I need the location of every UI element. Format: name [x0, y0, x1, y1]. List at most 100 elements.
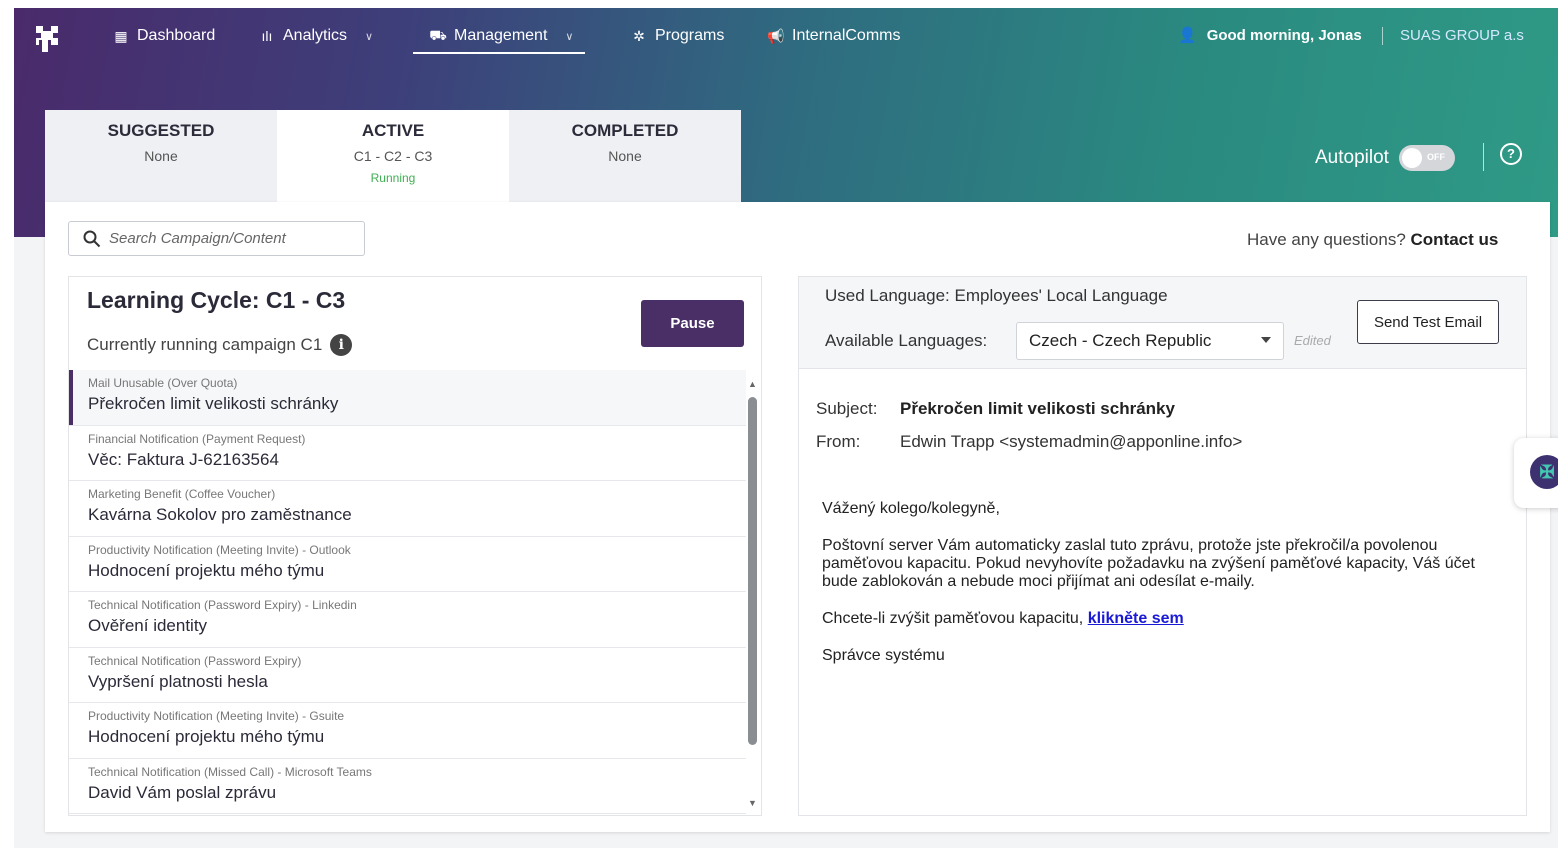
autopilot-control: Autopilot OFF — [1315, 145, 1455, 171]
info-icon[interactable]: i — [330, 334, 353, 356]
used-language: Used Language: Employees' Local Language — [825, 286, 1168, 305]
campaign-name: Hodnocení projektu mého týmu — [88, 560, 325, 580]
email-from-row: From: Edwin Trapp <systemadmin@apponline… — [816, 432, 1242, 452]
email-cta-text: Chcete-li zvýšit paměťovou kapacitu, — [822, 610, 1084, 627]
autopilot-divider — [1483, 143, 1484, 171]
tab-title: SUGGESTED — [107, 121, 215, 140]
nav-internalcomms-label: InternalComms — [792, 27, 901, 44]
search-icon — [83, 230, 101, 247]
nav-dashboard-label: Dashboard — [137, 27, 216, 44]
subject-key: Subject: — [816, 399, 878, 418]
help-icon[interactable]: ? — [1500, 143, 1522, 165]
campaign-category: Technical Notification (Missed Call) - M… — [88, 764, 372, 779]
user-icon: 👤 — [1178, 27, 1197, 44]
email-signature: Správce systému — [822, 647, 945, 664]
email-subject-row: Subject: Překročen limit velikosti schrá… — [816, 399, 1175, 419]
list-item[interactable]: Technical Notification (Password Expiry)… — [69, 592, 746, 648]
campaign-name: David Vám poslal zprávu — [88, 782, 277, 802]
tab-title: ACTIVE — [361, 121, 425, 140]
chevron-down-icon: ∨ — [565, 30, 574, 43]
scrollbar-thumb[interactable] — [748, 397, 757, 745]
nav-divider — [1382, 27, 1383, 45]
tab-title: COMPLETED — [571, 121, 679, 140]
campaign-category: Productivity Notification (Meeting Invit… — [88, 542, 351, 557]
campaign-category: Financial Notification (Payment Request) — [88, 431, 306, 446]
email-cta-link[interactable]: klikněte sem — [1088, 610, 1184, 627]
nav-dashboard[interactable]: ▦ Dashboard — [113, 26, 215, 46]
megaphone-icon: 📢 — [767, 27, 785, 44]
tab-active[interactable]: ACTIVE C1 - C2 - C3 Running — [277, 110, 509, 203]
list-item[interactable]: Productivity Notification (Meeting Invit… — [69, 703, 746, 759]
list-item[interactable]: Financial Notification (Payment Request)… — [69, 426, 746, 481]
floating-assistant-button[interactable]: ✠ — [1514, 438, 1558, 508]
tab-completed[interactable]: COMPLETED None — [509, 110, 741, 203]
user-greeting[interactable]: 👤 Good morning, Jonas — [1178, 26, 1362, 45]
available-languages-label: Available Languages: — [825, 331, 988, 350]
learning-cycle-title: Learning Cycle: C1 - C3 — [87, 287, 346, 313]
campaign-list: Mail Unusable (Over Quota) Překročen lim… — [69, 370, 746, 815]
nav-analytics[interactable]: ılı Analytics ∨ — [259, 26, 374, 46]
send-test-email-button[interactable]: Send Test Email — [1357, 300, 1499, 344]
email-paragraph: Poštovní server Vám automaticky zaslal t… — [822, 537, 1475, 590]
scroll-down-icon[interactable]: ▼ — [748, 798, 757, 808]
greeting-text: Good morning, Jonas — [1206, 26, 1362, 44]
dropdown-caret-icon — [1261, 337, 1271, 343]
list-item[interactable]: Technical Notification (Password Expiry)… — [69, 648, 746, 703]
bar-chart-icon: ılı — [261, 28, 273, 44]
dashboard-icon: ▦ — [114, 27, 128, 44]
email-cta: Chcete-li zvýšit paměťovou kapacitu, kli… — [822, 610, 1512, 628]
list-item[interactable]: Technical Notification (Missed Call) - M… — [69, 759, 746, 814]
tab-status: Running — [370, 171, 416, 185]
campaign-category: Marketing Benefit (Coffee Voucher) — [88, 487, 276, 501]
current-campaign-text: Currently running campaign C1 — [87, 335, 323, 354]
campaign-category: Productivity Notification (Meeting Invit… — [88, 709, 345, 723]
campaign-name: Hodnocení projektu mého týmu — [88, 727, 325, 746]
nav-management-label: Management — [454, 27, 548, 44]
nav-internalcomms[interactable]: 📢 InternalComms — [767, 26, 901, 46]
search-box[interactable] — [68, 221, 365, 256]
email-greeting: Vážený kolego/kolegyně, — [822, 500, 1000, 517]
campaign-category: Technical Notification (Password Expiry) — [88, 653, 302, 668]
language-select[interactable]: Czech - Czech Republic — [1016, 322, 1284, 360]
pause-button[interactable]: Pause — [641, 300, 744, 347]
nav-analytics-label: Analytics — [283, 27, 348, 44]
contact-prompt: Have any questions? Contact us — [1247, 230, 1498, 250]
briefcase-icon: ⛟ — [429, 26, 447, 43]
list-item[interactable]: Productivity Notification (Meeting Invit… — [69, 537, 746, 592]
campaign-name: Kavárna Sokolov pro zaměstnance — [88, 505, 352, 524]
list-item[interactable]: Mail Unusable (Over Quota) Překročen lim… — [69, 370, 746, 426]
contact-question: Have any questions? — [1247, 230, 1406, 249]
org-name[interactable]: SUAS GROUP a.s — [1400, 27, 1524, 44]
search-input[interactable] — [109, 230, 349, 247]
email-from: Edwin Trapp <systemadmin@apponline.info> — [900, 432, 1243, 451]
nav-active-indicator — [413, 52, 585, 54]
tab-suggested[interactable]: SUGGESTED None — [45, 110, 277, 203]
people-icon: ✲ — [633, 27, 645, 44]
assistant-logo-icon: ✠ — [1530, 455, 1558, 489]
campaign-category: Mail Unusable (Over Quota) — [88, 376, 238, 390]
autopilot-toggle[interactable]: OFF — [1398, 145, 1455, 171]
campaign-category: Technical Notification (Password Expiry)… — [88, 598, 357, 612]
nav-management[interactable]: ⛟ Management ∨ — [429, 26, 574, 46]
edited-label: Edited — [1294, 333, 1331, 348]
language-select-value: Czech - Czech Republic — [1029, 331, 1212, 350]
app-logo-icon[interactable] — [34, 24, 60, 54]
email-subject: Překročen limit velikosti schránky — [900, 399, 1175, 418]
tab-subtitle: None — [144, 148, 178, 164]
campaign-name: Ověření identity — [88, 616, 208, 635]
from-key: From: — [816, 432, 861, 451]
tab-subtitle: None — [608, 148, 642, 164]
toggle-state: OFF — [1426, 152, 1445, 162]
campaign-name: Vypršení platnosti hesla — [88, 671, 268, 691]
contact-us-link[interactable]: Contact us — [1411, 230, 1499, 249]
nav-programs[interactable]: ✲ Programs — [631, 26, 724, 46]
campaign-list-scrollbar[interactable]: ▲ ▼ — [746, 375, 760, 810]
list-item[interactable]: Marketing Benefit (Coffee Voucher) Kavár… — [69, 481, 746, 537]
autopilot-label: Autopilot — [1315, 147, 1389, 168]
toggle-knob — [1401, 148, 1422, 168]
learning-cycle-subtitle: Currently running campaign C1 i — [87, 334, 353, 356]
email-body: Vážený kolego/kolegyně, Poštovní server … — [822, 500, 1512, 684]
chevron-down-icon: ∨ — [365, 30, 374, 43]
tab-subtitle: C1 - C2 - C3 — [353, 148, 433, 164]
scroll-up-icon[interactable]: ▲ — [748, 379, 757, 389]
